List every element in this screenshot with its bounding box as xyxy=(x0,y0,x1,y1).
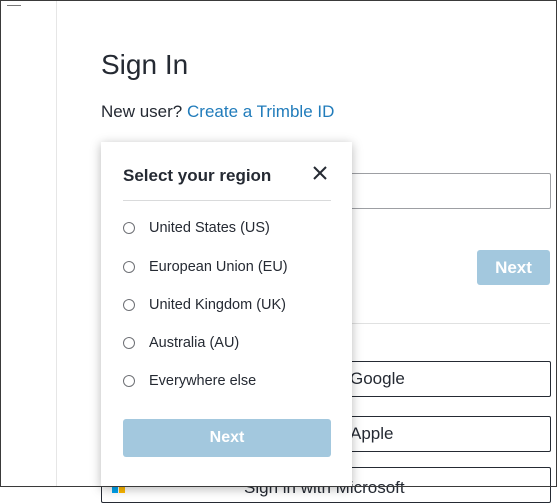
google-signin-label: Google xyxy=(350,369,405,388)
region-popup-title: Select your region xyxy=(123,166,272,185)
close-icon[interactable] xyxy=(311,164,329,182)
region-option-au[interactable]: Australia (AU) xyxy=(123,332,239,354)
region-popup: Select your region United States (US) Eu… xyxy=(101,142,352,487)
region-option-us[interactable]: United States (US) xyxy=(123,217,270,239)
radio-icon[interactable] xyxy=(123,337,135,349)
region-next-button[interactable]: Next xyxy=(123,419,331,457)
region-option-everywhere-else[interactable]: Everywhere else xyxy=(123,370,256,392)
region-option-label: United Kingdom (UK) xyxy=(149,297,286,313)
radio-icon[interactable] xyxy=(123,261,135,273)
radio-icon[interactable] xyxy=(123,375,135,387)
region-option-label: Everywhere else xyxy=(149,373,257,389)
minimize-mark xyxy=(7,5,21,6)
new-user-line: New user? Create a Trimble ID xyxy=(101,102,334,122)
region-option-uk[interactable]: United Kingdom (UK) xyxy=(123,294,286,316)
region-option-label: Australia (AU) xyxy=(149,335,240,351)
region-option-label: United States (US) xyxy=(149,220,270,236)
new-user-text: New user? xyxy=(101,102,183,121)
region-option-eu[interactable]: European Union (EU) xyxy=(123,256,288,278)
apple-signin-label: Apple xyxy=(350,424,394,443)
region-option-label: European Union (EU) xyxy=(149,259,288,275)
popup-divider xyxy=(123,200,331,201)
radio-icon[interactable] xyxy=(123,299,135,311)
next-button[interactable]: Next xyxy=(477,250,550,285)
left-panel xyxy=(1,1,57,486)
radio-icon[interactable] xyxy=(123,222,135,234)
page-title: Sign In xyxy=(101,49,189,80)
create-trimble-id-link[interactable]: Create a Trimble ID xyxy=(187,102,334,121)
